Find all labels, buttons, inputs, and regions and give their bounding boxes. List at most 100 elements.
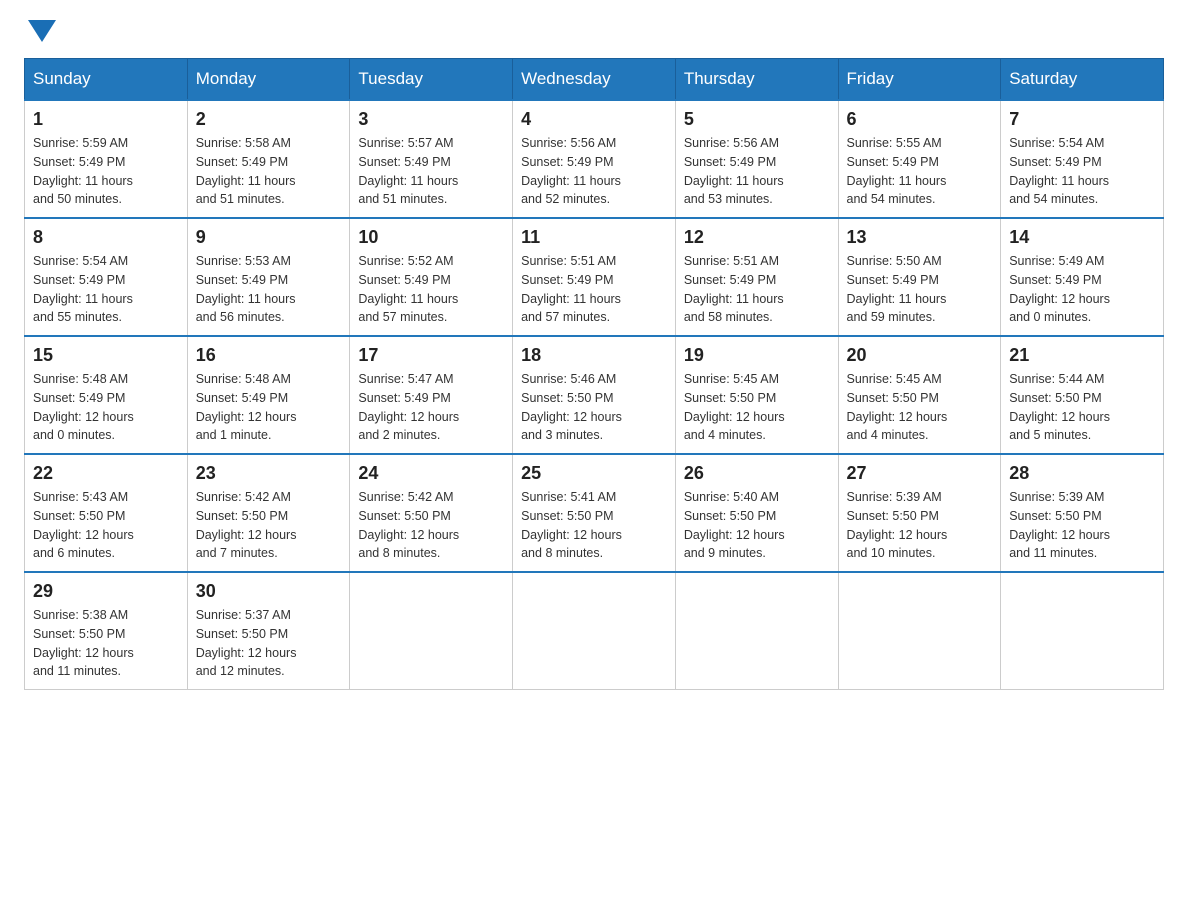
week-row-2: 8Sunrise: 5:54 AMSunset: 5:49 PMDaylight… [25,218,1164,336]
day-number: 10 [358,227,504,248]
day-info: Sunrise: 5:51 AMSunset: 5:49 PMDaylight:… [684,252,830,327]
day-number: 21 [1009,345,1155,366]
week-row-5: 29Sunrise: 5:38 AMSunset: 5:50 PMDayligh… [25,572,1164,690]
day-number: 15 [33,345,179,366]
day-info: Sunrise: 5:48 AMSunset: 5:49 PMDaylight:… [196,370,342,445]
day-number: 8 [33,227,179,248]
day-number: 12 [684,227,830,248]
calendar-cell [675,572,838,690]
day-info: Sunrise: 5:47 AMSunset: 5:49 PMDaylight:… [358,370,504,445]
calendar-cell: 25 Sunrise: 5:41 AMSunset: 5:50 PMDayligh… [513,454,676,572]
day-info: Sunrise: 5:39 AMSunset: 5:50 PMDaylight:… [847,488,993,563]
calendar-cell [513,572,676,690]
calendar-cell: 21 Sunrise: 5:44 AMSunset: 5:50 PMDayligh… [1001,336,1164,454]
day-info: Sunrise: 5:37 AMSunset: 5:50 PMDaylight:… [196,606,342,681]
day-info: Sunrise: 5:56 AMSunset: 5:49 PMDaylight:… [684,134,830,209]
day-info: Sunrise: 5:51 AMSunset: 5:49 PMDaylight:… [521,252,667,327]
calendar-cell: 13 Sunrise: 5:50 AMSunset: 5:49 PMDayligh… [838,218,1001,336]
calendar-cell: 12 Sunrise: 5:51 AMSunset: 5:49 PMDayligh… [675,218,838,336]
weekday-header-row: SundayMondayTuesdayWednesdayThursdayFrid… [25,59,1164,101]
day-number: 14 [1009,227,1155,248]
day-info: Sunrise: 5:41 AMSunset: 5:50 PMDaylight:… [521,488,667,563]
day-number: 1 [33,109,179,130]
calendar-cell: 3 Sunrise: 5:57 AMSunset: 5:49 PMDaylight… [350,100,513,218]
day-number: 3 [358,109,504,130]
day-info: Sunrise: 5:50 AMSunset: 5:49 PMDaylight:… [847,252,993,327]
day-info: Sunrise: 5:52 AMSunset: 5:49 PMDaylight:… [358,252,504,327]
weekday-header-monday: Monday [187,59,350,101]
day-number: 9 [196,227,342,248]
day-info: Sunrise: 5:39 AMSunset: 5:50 PMDaylight:… [1009,488,1155,563]
day-info: Sunrise: 5:58 AMSunset: 5:49 PMDaylight:… [196,134,342,209]
weekday-header-tuesday: Tuesday [350,59,513,101]
day-info: Sunrise: 5:59 AMSunset: 5:49 PMDaylight:… [33,134,179,209]
day-info: Sunrise: 5:42 AMSunset: 5:50 PMDaylight:… [196,488,342,563]
weekday-header-saturday: Saturday [1001,59,1164,101]
calendar-cell [1001,572,1164,690]
calendar-cell: 2 Sunrise: 5:58 AMSunset: 5:49 PMDaylight… [187,100,350,218]
day-number: 28 [1009,463,1155,484]
calendar-cell: 30 Sunrise: 5:37 AMSunset: 5:50 PMDayligh… [187,572,350,690]
day-info: Sunrise: 5:57 AMSunset: 5:49 PMDaylight:… [358,134,504,209]
day-number: 19 [684,345,830,366]
day-info: Sunrise: 5:49 AMSunset: 5:49 PMDaylight:… [1009,252,1155,327]
logo [24,24,56,42]
day-info: Sunrise: 5:38 AMSunset: 5:50 PMDaylight:… [33,606,179,681]
day-info: Sunrise: 5:48 AMSunset: 5:49 PMDaylight:… [33,370,179,445]
day-info: Sunrise: 5:56 AMSunset: 5:49 PMDaylight:… [521,134,667,209]
calendar-cell: 26Sunrise: 5:40 AMSunset: 5:50 PMDayligh… [675,454,838,572]
calendar-cell: 10 Sunrise: 5:52 AMSunset: 5:49 PMDayligh… [350,218,513,336]
weekday-header-friday: Friday [838,59,1001,101]
weekday-header-wednesday: Wednesday [513,59,676,101]
day-info: Sunrise: 5:53 AMSunset: 5:49 PMDaylight:… [196,252,342,327]
week-row-1: 1 Sunrise: 5:59 AMSunset: 5:49 PMDaylight… [25,100,1164,218]
calendar-cell: 15 Sunrise: 5:48 AMSunset: 5:49 PMDayligh… [25,336,188,454]
day-number: 18 [521,345,667,366]
day-number: 16 [196,345,342,366]
calendar-cell: 8Sunrise: 5:54 AMSunset: 5:49 PMDaylight… [25,218,188,336]
day-info: Sunrise: 5:45 AMSunset: 5:50 PMDaylight:… [684,370,830,445]
weekday-header-thursday: Thursday [675,59,838,101]
day-number: 30 [196,581,342,602]
day-number: 24 [358,463,504,484]
day-number: 4 [521,109,667,130]
page-header [24,24,1164,42]
calendar-cell: 22Sunrise: 5:43 AMSunset: 5:50 PMDayligh… [25,454,188,572]
day-info: Sunrise: 5:45 AMSunset: 5:50 PMDaylight:… [847,370,993,445]
day-number: 2 [196,109,342,130]
day-info: Sunrise: 5:44 AMSunset: 5:50 PMDaylight:… [1009,370,1155,445]
day-number: 25 [521,463,667,484]
day-number: 7 [1009,109,1155,130]
calendar-cell: 9 Sunrise: 5:53 AMSunset: 5:49 PMDaylight… [187,218,350,336]
day-info: Sunrise: 5:46 AMSunset: 5:50 PMDaylight:… [521,370,667,445]
day-number: 22 [33,463,179,484]
week-row-3: 15 Sunrise: 5:48 AMSunset: 5:49 PMDayligh… [25,336,1164,454]
calendar-cell: 28 Sunrise: 5:39 AMSunset: 5:50 PMDayligh… [1001,454,1164,572]
calendar-cell: 27Sunrise: 5:39 AMSunset: 5:50 PMDayligh… [838,454,1001,572]
calendar-cell: 24 Sunrise: 5:42 AMSunset: 5:50 PMDayligh… [350,454,513,572]
day-info: Sunrise: 5:40 AMSunset: 5:50 PMDaylight:… [684,488,830,563]
calendar-cell [350,572,513,690]
day-info: Sunrise: 5:55 AMSunset: 5:49 PMDaylight:… [847,134,993,209]
calendar-cell: 11 Sunrise: 5:51 AMSunset: 5:49 PMDayligh… [513,218,676,336]
weekday-header-sunday: Sunday [25,59,188,101]
calendar-table: SundayMondayTuesdayWednesdayThursdayFrid… [24,58,1164,690]
day-number: 6 [847,109,993,130]
calendar-cell: 7 Sunrise: 5:54 AMSunset: 5:49 PMDaylight… [1001,100,1164,218]
calendar-cell: 16 Sunrise: 5:48 AMSunset: 5:49 PMDayligh… [187,336,350,454]
calendar-cell: 29Sunrise: 5:38 AMSunset: 5:50 PMDayligh… [25,572,188,690]
calendar-cell: 18 Sunrise: 5:46 AMSunset: 5:50 PMDayligh… [513,336,676,454]
day-number: 5 [684,109,830,130]
day-info: Sunrise: 5:54 AMSunset: 5:49 PMDaylight:… [1009,134,1155,209]
calendar-cell [838,572,1001,690]
calendar-cell: 5 Sunrise: 5:56 AMSunset: 5:49 PMDaylight… [675,100,838,218]
calendar-cell: 4 Sunrise: 5:56 AMSunset: 5:49 PMDaylight… [513,100,676,218]
day-number: 11 [521,227,667,248]
calendar-cell: 23 Sunrise: 5:42 AMSunset: 5:50 PMDayligh… [187,454,350,572]
day-number: 23 [196,463,342,484]
day-info: Sunrise: 5:42 AMSunset: 5:50 PMDaylight:… [358,488,504,563]
week-row-4: 22Sunrise: 5:43 AMSunset: 5:50 PMDayligh… [25,454,1164,572]
calendar-cell: 17Sunrise: 5:47 AMSunset: 5:49 PMDayligh… [350,336,513,454]
calendar-cell: 6 Sunrise: 5:55 AMSunset: 5:49 PMDaylight… [838,100,1001,218]
day-number: 13 [847,227,993,248]
